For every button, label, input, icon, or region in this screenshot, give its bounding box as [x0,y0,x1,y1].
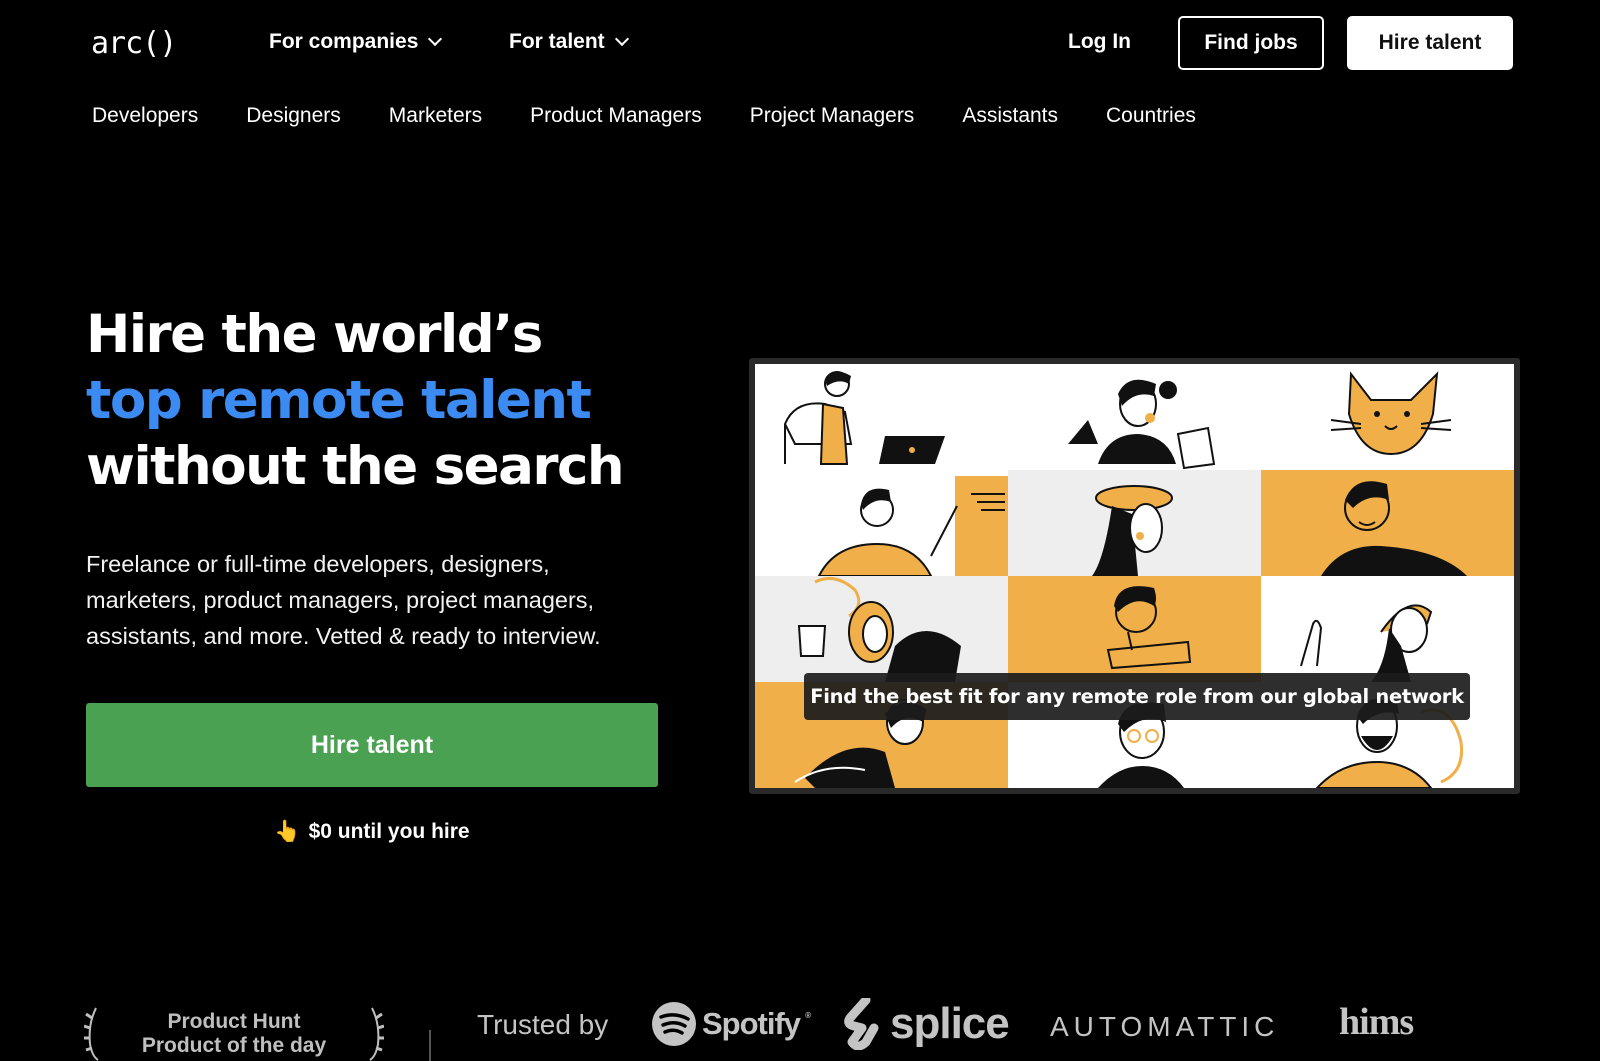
subnav-marketers[interactable]: Marketers [389,104,482,128]
subnav-countries[interactable]: Countries [1106,104,1196,128]
talent-illustration-grid [755,364,1514,788]
zero-cost-note: 👆 $0 until you hire [0,820,744,844]
product-hunt-badge[interactable]: Product Hunt Product of the day [84,1004,384,1061]
hero-title-line3: without the search [86,436,625,497]
category-subnav: Developers Designers Marketers Product M… [92,104,1196,128]
hero-title: Hire the world’s top remote talent witho… [86,302,625,500]
chevron-down-icon [614,31,629,47]
spotify-icon [652,1002,696,1046]
illustration-person-scarf [1008,576,1261,682]
hire-talent-cta-button[interactable]: Hire talent [86,703,658,787]
subnav-product-managers[interactable]: Product Managers [530,104,702,128]
hims-logo: hims [1339,1001,1414,1043]
laurel-right-icon [369,1007,384,1061]
spotify-wordmark: Spotify [702,1006,801,1041]
talent-video-player[interactable]: Find the best fit for any remote role fr… [749,358,1520,794]
illustration-person-smiling [1261,470,1514,576]
spotify-logo: Spotify ® [651,1001,811,1047]
product-hunt-text: Product Hunt Product of the day [84,1010,384,1058]
illustration-person-waving [1261,576,1514,682]
subnav-assistants[interactable]: Assistants [962,104,1058,128]
illustration-person-presenting [755,470,1008,576]
trusted-by-label: Trusted by [477,1009,609,1040]
pointing-hand-icon: 👆 [274,820,301,843]
hero-title-highlight: top remote talent [86,370,592,431]
automattic-logo: AUTOMATTIC [1050,1011,1280,1042]
illustration-person-coffee [755,576,1008,682]
nav-for-talent-label: For talent [509,30,605,53]
illustration-cat [1261,364,1514,470]
nav-for-companies[interactable]: For companies [269,30,443,54]
product-hunt-line2: Product of the day [141,1034,327,1057]
illustration-person-hat [1008,470,1261,576]
illustration-person-document [1008,364,1261,470]
hero-title-line1: Hire the world’s [86,304,543,365]
subnav-project-managers[interactable]: Project Managers [750,104,915,128]
login-link[interactable]: Log In [1068,30,1131,54]
badge-divider [429,1030,431,1061]
subnav-designers[interactable]: Designers [246,104,341,128]
hire-talent-header-button[interactable]: Hire talent [1347,16,1513,70]
illustration-person-laptop [755,364,1008,470]
chevron-down-icon [428,31,443,47]
product-hunt-line1: Product Hunt [167,1010,301,1033]
nav-for-talent[interactable]: For talent [509,30,629,54]
subnav-developers[interactable]: Developers [92,104,198,128]
hero-subtitle: Freelance or full-time developers, desig… [86,551,601,649]
zero-cost-text: $0 until you hire [308,820,470,843]
arc-logo[interactable]: arc() [91,26,177,61]
splice-icon [844,998,879,1050]
find-jobs-button[interactable]: Find jobs [1178,16,1324,70]
splice-wordmark: splice [890,999,1010,1048]
trademark-symbol: ® [805,1011,811,1020]
video-caption: Find the best fit for any remote role fr… [804,673,1470,720]
splice-logo: splice [842,996,1010,1052]
nav-for-companies-label: For companies [269,30,419,53]
